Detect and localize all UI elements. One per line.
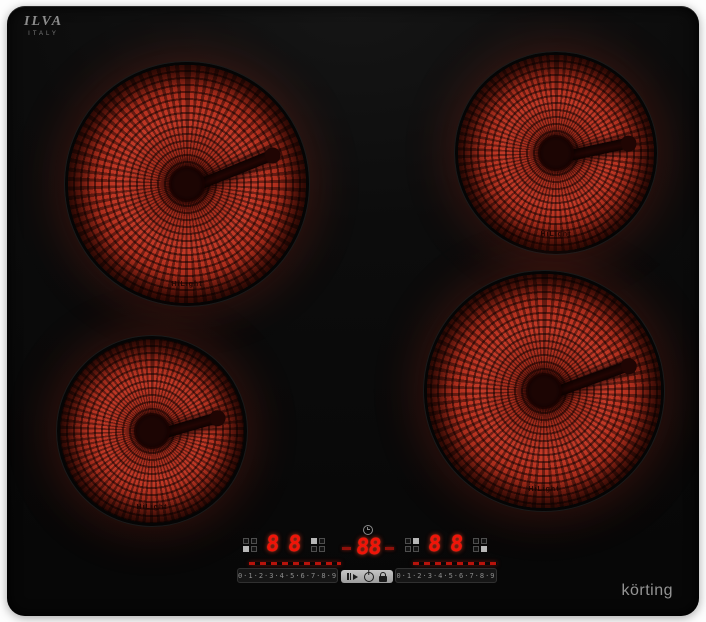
zone-select-front-left-icon[interactable] [243, 538, 257, 552]
heating-element-hub [529, 376, 559, 406]
burner-rear-right: HiLight [455, 52, 657, 254]
zone-select-rear-left-icon[interactable] [311, 538, 325, 552]
power-button[interactable] [364, 572, 374, 582]
center-button-bar [341, 570, 393, 583]
rear-left-power-display: 8 [287, 533, 302, 557]
timer-section: 88 [338, 525, 398, 560]
glass-brand-country: ITALY [24, 31, 63, 37]
manufacturer-logo: körting [621, 582, 673, 600]
burner-front-left: HiLight [57, 336, 247, 526]
burner-type-label: HiLight [458, 231, 654, 238]
zone-select-front-right-icon[interactable] [473, 538, 487, 552]
glass-brand-name: ILVA [24, 15, 63, 29]
burner-type-label: HiLight [427, 486, 661, 493]
timer-minus-button[interactable] [342, 547, 351, 550]
burner-front-right: HiLight [424, 271, 664, 511]
timer-plus-button[interactable] [385, 547, 394, 550]
left-power-slider[interactable]: 0·1·2·3·4·5·6·7·8·9 [237, 568, 338, 583]
front-right-power-display: 8 [449, 533, 464, 557]
timer-display: 88 [355, 536, 382, 560]
child-lock-button[interactable] [379, 576, 387, 582]
rear-right-power-display: 8 [427, 533, 442, 557]
ceramic-hob-glass: ILVA ITALY HiLight HiLight HiLight HiLig… [7, 6, 699, 616]
right-slider-scale: 0·1·2·3·4·5·6·7·8·9 [396, 572, 495, 580]
touch-control-panel: 8 8 88 8 8 [235, 527, 507, 587]
heating-element-hub [541, 138, 571, 168]
heating-element-hub [172, 169, 202, 199]
pause-button[interactable] [347, 573, 358, 580]
right-power-slider[interactable]: 0·1·2·3·4·5·6·7·8·9 [395, 568, 497, 583]
left-slider-scale: 0·1·2·3·4·5·6·7·8·9 [238, 572, 337, 580]
zone-select-rear-right-icon[interactable] [405, 538, 419, 552]
burner-type-label: HiLight [60, 504, 244, 511]
right-zone-residual-heat-bar [413, 562, 497, 565]
burner-type-label: HiLight [68, 281, 306, 288]
glass-brand-logo: ILVA ITALY [24, 15, 63, 37]
timer-clock-icon [363, 525, 373, 535]
front-left-power-display: 8 [265, 533, 280, 557]
burner-rear-left: HiLight [65, 62, 309, 306]
heating-element-hub [137, 416, 167, 446]
left-zone-residual-heat-bar [249, 562, 341, 565]
